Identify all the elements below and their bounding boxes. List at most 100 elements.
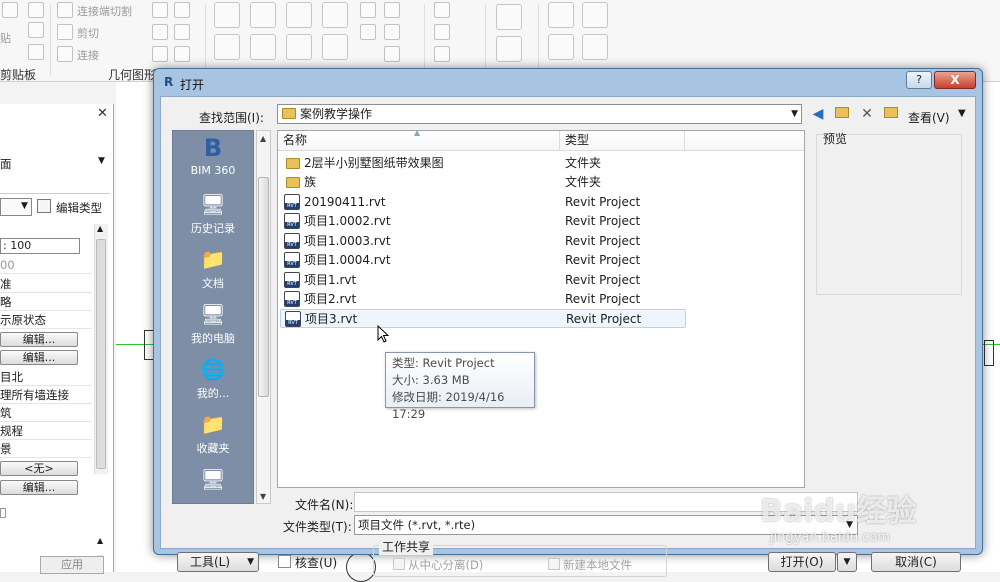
place-bim360[interactable]: B BIM 360 <box>173 133 253 189</box>
close-button[interactable]: X <box>934 71 976 89</box>
ribbon-separator <box>424 4 425 76</box>
split-icon[interactable] <box>360 2 376 18</box>
ribbon-tool-icon[interactable] <box>174 46 190 62</box>
join-cut-icon[interactable] <box>57 2 73 18</box>
trim-icon[interactable] <box>322 34 348 60</box>
delete-icon[interactable]: ✕ <box>857 105 877 123</box>
file-row[interactable]: RVT 20190411.rvt Revit Project <box>280 193 686 212</box>
none-button[interactable]: <无> <box>0 461 78 476</box>
place-documents[interactable]: 📁 文档 <box>173 244 253 300</box>
ribbon-item-join[interactable]: 连接 <box>77 47 99 63</box>
ribbon-tool-icon[interactable] <box>174 24 190 40</box>
file-row[interactable]: 2层半小别墅图纸带效果图 文件夹 <box>280 154 686 173</box>
up-folder-icon[interactable] <box>832 105 852 123</box>
mirror-draw-icon[interactable] <box>322 2 348 28</box>
ribbon-item-cut[interactable]: 剪切 <box>77 25 99 41</box>
place-network[interactable]: 🌐 我的... <box>173 354 253 410</box>
audit-checkbox[interactable] <box>278 555 291 568</box>
mirror-axis-icon[interactable] <box>286 2 312 28</box>
scroll-down-icon[interactable]: ▼ <box>260 492 266 501</box>
rotate-icon[interactable] <box>286 34 312 60</box>
chevron-down-icon[interactable]: ▼ <box>98 156 105 166</box>
new-folder-icon[interactable] <box>881 105 901 123</box>
places-scroll-thumb[interactable] <box>258 177 269 397</box>
match-properties-icon[interactable] <box>28 44 44 60</box>
properties-scroll-thumb[interactable] <box>96 239 106 469</box>
detach-from-central-checkbox[interactable] <box>393 558 405 570</box>
pin-icon[interactable] <box>384 24 400 40</box>
edit-button[interactable]: 编辑... <box>0 332 78 347</box>
measure-icon[interactable] <box>496 4 522 30</box>
create-assembly-icon[interactable] <box>582 34 608 60</box>
tools-label: 工具(L) <box>190 555 231 569</box>
column-header-type[interactable]: 类型 <box>560 131 685 151</box>
view-tool-icon[interactable] <box>434 2 450 18</box>
file-row[interactable]: 族 文件夹 <box>280 173 686 192</box>
ribbon-separator <box>538 4 539 76</box>
view-tool-icon[interactable] <box>434 46 450 62</box>
edit-type-button[interactable]: 编辑类型 <box>56 200 102 216</box>
chevron-down-icon[interactable]: ▼ <box>958 108 966 119</box>
copy-element-icon[interactable] <box>250 34 276 60</box>
look-in-value: 案例教学操作 <box>300 107 373 121</box>
edit-type-icon[interactable] <box>37 199 51 213</box>
checkbox[interactable] <box>0 508 6 518</box>
offset-icon[interactable] <box>250 2 276 28</box>
dimension-icon[interactable] <box>496 36 522 62</box>
close-icon[interactable]: ✕ <box>97 106 108 121</box>
create-group-icon[interactable] <box>582 2 608 28</box>
ribbon-tool-icon[interactable] <box>174 2 190 18</box>
back-arrow-icon[interactable]: ◀ <box>808 105 828 123</box>
panel-clipboard: 剪贴板 <box>0 68 37 82</box>
open-button[interactable]: 打开(O) <box>768 552 836 572</box>
view-menu-button[interactable]: 查看(V) <box>908 109 950 126</box>
audit-label: 核查(U) <box>295 556 338 570</box>
column-header-empty[interactable] <box>685 131 804 151</box>
place-desktop[interactable]: 🖥 <box>173 464 253 520</box>
file-row[interactable]: RVT 项目1.0004.rvt Revit Project <box>280 251 686 270</box>
help-button[interactable]: ? <box>906 71 932 89</box>
place-history[interactable]: 🖥 历史记录 <box>173 189 253 245</box>
file-row[interactable]: RVT 项目1.0002.rvt Revit Project <box>280 212 686 231</box>
file-row[interactable]: RVT 项目1.0003.rvt Revit Project <box>280 232 686 251</box>
tools-button[interactable]: 工具(L) ▼ <box>177 552 259 572</box>
cut-geometry-icon[interactable] <box>57 24 73 40</box>
array-icon[interactable] <box>384 2 400 18</box>
property-row: 景 <box>0 440 92 458</box>
place-my-computer[interactable]: 🖥 我的电脑 <box>173 299 253 355</box>
cut-icon[interactable] <box>2 2 18 18</box>
scroll-up-icon[interactable]: ▲ <box>97 536 103 545</box>
file-row[interactable]: RVT 项目1.rvt Revit Project <box>280 271 686 290</box>
ribbon-tool-icon[interactable] <box>152 2 168 18</box>
look-in-dropdown[interactable]: 案例教学操作 ▼ <box>277 104 802 124</box>
file-type: Revit Project <box>565 234 641 248</box>
cancel-button[interactable]: 取消(C) <box>871 552 961 572</box>
scissors-icon[interactable] <box>28 2 44 18</box>
ribbon-item-join-cut[interactable]: 连接端切割 <box>77 3 132 19</box>
move-icon[interactable] <box>214 34 240 60</box>
create-icon[interactable] <box>548 2 574 28</box>
align-icon[interactable] <box>214 2 240 28</box>
scroll-up-icon[interactable]: ▲ <box>97 224 103 233</box>
copy-icon[interactable] <box>28 22 44 38</box>
ribbon-tool-icon[interactable] <box>152 46 168 62</box>
view-scale-field[interactable]: : 100 <box>0 238 80 254</box>
file-list[interactable]: 名称 ▲ 类型 2层半小别墅图纸带效果图 文件夹 族 文件夹 RVT 20190… <box>277 128 805 488</box>
scale-icon[interactable] <box>360 24 376 40</box>
view-tool-icon[interactable] <box>434 24 450 40</box>
place-favorites[interactable]: 📁 收藏夹 <box>173 409 253 465</box>
open-options-button[interactable]: ▼ <box>837 552 857 572</box>
ribbon-tool-icon[interactable] <box>152 24 168 40</box>
apply-button[interactable]: 应用 <box>40 556 104 574</box>
delete-element-icon[interactable] <box>384 46 400 62</box>
edit-button[interactable]: 编辑... <box>0 480 78 495</box>
edit-button[interactable]: 编辑... <box>0 350 78 365</box>
instance-filter-dropdown[interactable]: ▼ <box>0 198 32 216</box>
type-selector[interactable]: 面 ▼ <box>0 124 110 194</box>
scroll-up-icon[interactable]: ▲ <box>260 134 266 143</box>
file-row[interactable]: RVT 项目3.rvt Revit Project <box>280 309 686 328</box>
join-geometry-icon[interactable] <box>57 46 73 62</box>
create-parts-icon[interactable] <box>548 34 574 60</box>
create-new-local-checkbox[interactable] <box>548 558 560 570</box>
file-row[interactable]: RVT 项目2.rvt Revit Project <box>280 290 686 309</box>
